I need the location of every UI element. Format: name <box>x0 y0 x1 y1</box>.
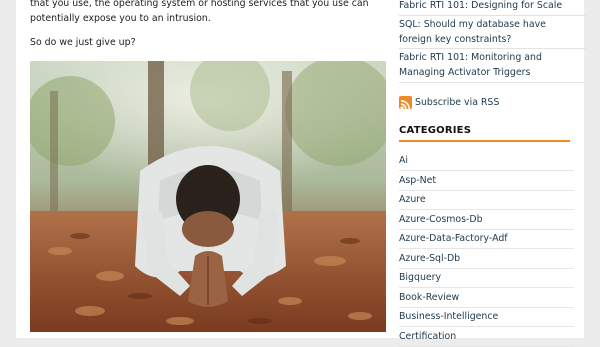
categories-heading: CATEGORIES <box>399 125 472 136</box>
article-paragraph: that you use, the operating system or ho… <box>30 0 369 24</box>
category-item[interactable]: Asp-Net <box>399 171 574 191</box>
category-label[interactable]: Certification <box>399 329 456 344</box>
category-label[interactable]: Ai <box>399 153 408 168</box>
divider <box>399 48 587 49</box>
rss-icon <box>399 96 412 109</box>
category-item[interactable]: Book-Review <box>399 288 574 308</box>
divider <box>399 82 587 83</box>
category-item[interactable]: Azure-Sql-Db <box>399 249 574 269</box>
categories-accent-rule <box>399 140 570 142</box>
page-body: that you use, the operating system or ho… <box>16 0 587 347</box>
category-item[interactable]: Azure <box>399 190 574 210</box>
category-label[interactable]: Azure <box>399 192 426 207</box>
divider <box>399 15 587 16</box>
category-label[interactable]: Business-Intelligence <box>399 309 498 324</box>
recent-post-link[interactable]: SQL: Should my database have foreign key… <box>399 17 574 47</box>
rss-label: Subscribe via RSS <box>415 97 500 108</box>
category-label[interactable]: Asp-Net <box>399 173 436 188</box>
recent-post-link[interactable]: Fabric RTI 101: Monitoring and Managing … <box>399 50 574 80</box>
category-item[interactable]: Azure-Data-Factory-Adf <box>399 229 574 249</box>
category-label[interactable]: Bigquery <box>399 270 441 285</box>
category-label[interactable]: Azure-Data-Factory-Adf <box>399 231 508 246</box>
article-hero-image <box>30 61 386 332</box>
article-paragraph: So do we just give up? <box>30 37 136 48</box>
category-item[interactable]: Ai <box>399 151 574 171</box>
category-item[interactable]: Business-Intelligence <box>399 307 574 327</box>
category-item[interactable]: Bigquery <box>399 268 574 288</box>
recent-post-link[interactable]: Fabric RTI 101: Designing for Scale <box>399 0 562 13</box>
category-item[interactable]: Azure-Cosmos-Db <box>399 210 574 230</box>
category-label[interactable]: Book-Review <box>399 290 459 305</box>
category-item[interactable]: Certification <box>399 327 574 347</box>
category-label[interactable]: Azure-Cosmos-Db <box>399 212 483 227</box>
category-label[interactable]: Azure-Sql-Db <box>399 251 460 266</box>
